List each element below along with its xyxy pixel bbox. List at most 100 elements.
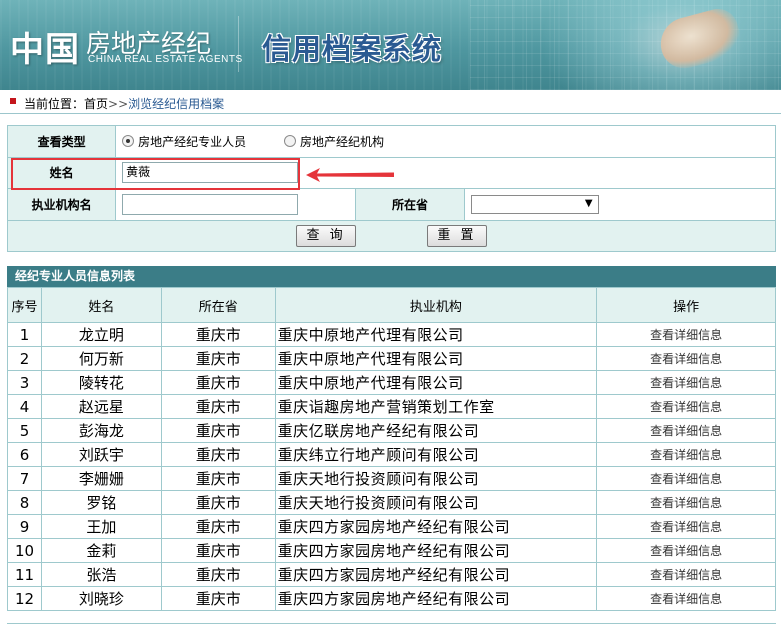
column-header-action: 操作 — [596, 287, 776, 323]
row-org: 重庆中原地产代理有限公司 — [274, 370, 598, 395]
row-province: 重庆市 — [160, 586, 276, 611]
row-name: 何万新 — [40, 346, 162, 371]
row-org: 重庆中原地产代理有限公司 — [274, 322, 598, 347]
column-header-name: 姓名 — [40, 287, 162, 323]
type-label: 查看类型 — [6, 125, 117, 158]
row-org: 重庆天地行投资顾问有限公司 — [274, 466, 598, 491]
row-province: 重庆市 — [160, 322, 276, 347]
row-province: 重庆市 — [160, 346, 276, 371]
table-row: 5 彭海龙 重庆市 重庆亿联房地产经纪有限公司 查看详细信息 — [7, 418, 776, 443]
view-detail-link[interactable]: 查看详细信息 — [650, 352, 722, 366]
row-name: 陵转花 — [40, 370, 162, 395]
province-label: 所在省 — [355, 188, 465, 221]
header-banner: 中国 房地产经纪 CHINA REAL ESTATE AGENTS 信用档案系统 — [0, 0, 781, 90]
name-cell: 黄薇 — [115, 156, 776, 189]
row-name: 李姗姗 — [40, 466, 162, 491]
row-number: 6 — [7, 442, 42, 467]
row-province: 重庆市 — [160, 466, 276, 491]
radio-option-agent[interactable]: 房地产经纪专业人员 — [122, 133, 246, 150]
view-detail-link[interactable]: 查看详细信息 — [650, 472, 722, 486]
row-action-cell: 查看详细信息 — [596, 394, 776, 419]
view-detail-link[interactable]: 查看详细信息 — [650, 400, 722, 414]
org-label: 执业机构名 — [6, 188, 117, 221]
row-name: 张浩 — [40, 562, 162, 587]
table-row: 3 陵转花 重庆市 重庆中原地产代理有限公司 查看详细信息 — [7, 370, 776, 395]
row-name: 罗铭 — [40, 490, 162, 515]
row-org: 重庆纬立行地产顾问有限公司 — [274, 442, 598, 467]
results-body: 1 龙立明 重庆市 重庆中原地产代理有限公司 查看详细信息 2 何万新 重庆市 重庆中原地产代理… — [7, 322, 776, 611]
row-action-cell: 查看详细信息 — [596, 586, 776, 611]
radio-agency-icon[interactable] — [283, 135, 296, 147]
row-number: 9 — [7, 514, 42, 539]
row-number: 2 — [7, 346, 42, 371]
row-province: 重庆市 — [160, 394, 276, 419]
row-org: 重庆中原地产代理有限公司 — [274, 346, 598, 371]
footer-divider — [7, 623, 776, 624]
table-row: 12 刘晓珍 重庆市 重庆四方家园房地产经纪有限公司 查看详细信息 — [7, 586, 776, 611]
breadcrumb-current[interactable]: 浏览经纪信用档案 — [128, 97, 224, 111]
row-number: 5 — [7, 418, 42, 443]
logo-main-text: 中国 — [10, 30, 80, 70]
row-action-cell: 查看详细信息 — [596, 346, 776, 371]
view-detail-link[interactable]: 查看详细信息 — [650, 376, 722, 390]
table-row: 8 罗铭 重庆市 重庆天地行投资顾问有限公司 查看详细信息 — [7, 490, 776, 515]
search-form: 查看类型 房地产经纪专业人员 房地产经纪机构 姓名 黄薇 执业机构名 所在省 ▼ — [6, 125, 777, 252]
table-row: 7 李姗姗 重庆市 重庆天地行投资顾问有限公司 查看详细信息 — [7, 466, 776, 491]
view-detail-link[interactable]: 查看详细信息 — [650, 544, 722, 558]
view-detail-link[interactable]: 查看详细信息 — [650, 424, 722, 438]
row-org: 重庆四方家园房地产经纪有限公司 — [274, 586, 598, 611]
view-detail-link[interactable]: 查看详细信息 — [650, 568, 722, 582]
view-detail-link[interactable]: 查看详细信息 — [650, 592, 722, 606]
radio-option-agency[interactable]: 房地产经纪机构 — [283, 133, 384, 150]
view-detail-link[interactable]: 查看详细信息 — [650, 328, 722, 342]
column-header-org: 执业机构 — [274, 287, 598, 323]
reset-button[interactable]: 重 置 — [427, 224, 487, 247]
view-detail-link[interactable]: 查看详细信息 — [650, 448, 722, 462]
row-name: 龙立明 — [40, 322, 162, 347]
system-title: 信用档案系统 — [262, 32, 443, 66]
row-province: 重庆市 — [160, 514, 276, 539]
chevron-down-icon[interactable]: ▼ — [585, 198, 593, 209]
row-name: 王加 — [40, 514, 162, 539]
breadcrumb-separator: >> — [108, 97, 129, 111]
logo-divider — [238, 16, 239, 72]
row-province: 重庆市 — [160, 562, 276, 587]
row-name: 刘晓珍 — [40, 586, 162, 611]
results-table: 序号 姓名 所在省 执业机构 操作 1 龙立明 重庆市 重庆中原地产代理有限公司 查看详… — [7, 287, 776, 611]
table-row: 10 金莉 重庆市 重庆四方家园房地产经纪有限公司 查看详细信息 — [7, 538, 776, 563]
row-action-cell: 查看详细信息 — [596, 370, 776, 395]
row-org: 重庆四方家园房地产经纪有限公司 — [274, 538, 598, 563]
row-action-cell: 查看详细信息 — [596, 490, 776, 515]
row-number: 4 — [7, 394, 42, 419]
breadcrumb-label: 当前位置： — [24, 97, 85, 111]
row-province: 重庆市 — [160, 370, 276, 395]
row-number: 3 — [7, 370, 42, 395]
row-action-cell: 查看详细信息 — [596, 322, 776, 347]
list-title: 经纪专业人员信息列表 — [7, 266, 776, 287]
row-action-cell: 查看详细信息 — [596, 538, 776, 563]
query-button[interactable]: 查 询 — [296, 224, 356, 247]
row-name: 刘跃宇 — [40, 442, 162, 467]
org-cell — [115, 188, 357, 221]
org-input[interactable] — [122, 193, 299, 215]
row-org: 重庆亿联房地产经纪有限公司 — [274, 418, 598, 443]
radio-agent-label: 房地产经纪专业人员 — [138, 134, 247, 149]
radio-agent-icon[interactable] — [122, 135, 135, 147]
row-name: 金莉 — [40, 538, 162, 563]
row-action-cell: 查看详细信息 — [596, 442, 776, 467]
name-input[interactable]: 黄薇 — [122, 162, 299, 184]
row-org: 重庆诣趣房地产营销策划工作室 — [274, 394, 598, 419]
row-name: 彭海龙 — [40, 418, 162, 443]
name-label: 姓名 — [6, 156, 117, 189]
results-header-row: 序号 姓名 所在省 执业机构 操作 — [7, 287, 776, 323]
view-detail-link[interactable]: 查看详细信息 — [650, 520, 722, 534]
view-detail-link[interactable]: 查看详细信息 — [650, 496, 722, 510]
table-row: 4 赵远星 重庆市 重庆诣趣房地产营销策划工作室 查看详细信息 — [7, 394, 776, 419]
breadcrumb-home-link[interactable]: 首页 — [84, 97, 108, 111]
row-action-cell: 查看详细信息 — [596, 418, 776, 443]
province-select[interactable]: ▼ — [470, 194, 599, 214]
table-row: 11 张浩 重庆市 重庆四方家园房地产经纪有限公司 查看详细信息 — [7, 562, 776, 587]
breadcrumb-bullet-icon — [10, 98, 16, 104]
table-row: 2 何万新 重庆市 重庆中原地产代理有限公司 查看详细信息 — [7, 346, 776, 371]
row-action-cell: 查看详细信息 — [596, 514, 776, 539]
